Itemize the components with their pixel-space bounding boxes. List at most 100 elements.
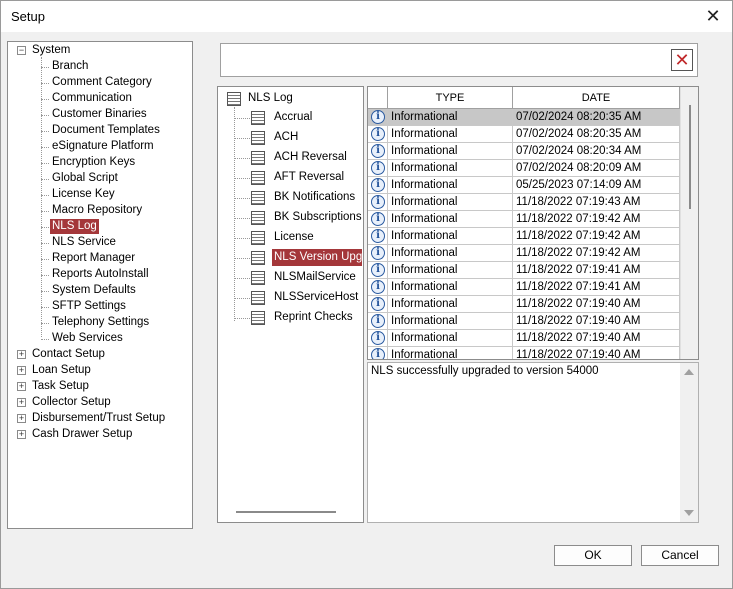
table-row[interactable]: i Informational 11/18/2022 07:19:40 AM: [368, 347, 680, 359]
table-row[interactable]: i Informational 07/02/2024 08:20:34 AM: [368, 143, 680, 160]
log-category-list[interactable]: NLS Log Accrual ACH ACH Reversal AFT Reversa…: [217, 86, 364, 523]
expand-icon[interactable]: +: [17, 350, 26, 359]
log-category-nls-version-upgra[interactable]: NLS Version Upgra: [272, 249, 362, 266]
date-cell: 11/18/2022 07:19:43 AM: [513, 194, 680, 211]
info-icon: i: [371, 212, 385, 226]
log-list-root[interactable]: NLS Log: [248, 90, 293, 107]
tree-item-telephony-settings[interactable]: Telephony Settings: [50, 315, 151, 330]
vertical-scrollbar[interactable]: [680, 87, 698, 359]
column-header-type[interactable]: TYPE: [388, 87, 513, 109]
tree-item-license-key[interactable]: License Key: [50, 187, 117, 202]
table-row[interactable]: i Informational 11/18/2022 07:19:42 AM: [368, 228, 680, 245]
expand-icon[interactable]: +: [17, 382, 26, 391]
table-row[interactable]: i Informational 07/02/2024 08:20:35 AM: [368, 126, 680, 143]
tree-guide: [234, 298, 250, 299]
log-category-nlsservicehost[interactable]: NLSServiceHost: [272, 289, 360, 306]
tree-guide: [234, 278, 250, 279]
table-row[interactable]: i Informational 11/18/2022 07:19:43 AM: [368, 194, 680, 211]
log-category-reprint-checks[interactable]: Reprint Checks: [272, 309, 355, 326]
info-icon: i: [371, 229, 385, 243]
tree-item-system[interactable]: System: [30, 43, 72, 58]
tree-guide: [41, 339, 49, 340]
log-category-bk-subscriptions[interactable]: BK Subscriptions: [272, 209, 364, 226]
tree-item-nls-service[interactable]: NLS Service: [50, 235, 118, 250]
info-icon: i: [371, 127, 385, 141]
table-row[interactable]: i Informational 11/18/2022 07:19:41 AM: [368, 279, 680, 296]
vertical-scrollbar[interactable]: [680, 363, 698, 522]
ok-button[interactable]: OK: [554, 545, 632, 566]
tree-item-cash-drawer-setup[interactable]: Cash Drawer Setup: [30, 427, 134, 442]
log-icon: [251, 111, 265, 125]
log-category-ach[interactable]: ACH: [272, 129, 300, 146]
tree-item-contact-setup[interactable]: Contact Setup: [30, 347, 107, 362]
expand-icon[interactable]: +: [17, 398, 26, 407]
scrollbar-thumb[interactable]: [689, 105, 691, 209]
scroll-up-icon[interactable]: [684, 369, 694, 375]
table-row[interactable]: i Informational 11/18/2022 07:19:40 AM: [368, 296, 680, 313]
close-icon[interactable]: ✕: [702, 5, 724, 27]
tree-item-loan-setup[interactable]: Loan Setup: [30, 363, 93, 378]
date-cell: 07/02/2024 08:20:35 AM: [513, 109, 680, 126]
date-cell: 07/02/2024 08:20:35 AM: [513, 126, 680, 143]
table-row[interactable]: i Informational 07/02/2024 08:20:09 AM: [368, 160, 680, 177]
collapse-icon[interactable]: −: [17, 46, 26, 55]
date-cell: 11/18/2022 07:19:41 AM: [513, 262, 680, 279]
tree-item-communication[interactable]: Communication: [50, 91, 134, 106]
tree-item-comment-category[interactable]: Comment Category: [50, 75, 154, 90]
tree-guide: [234, 118, 250, 119]
tree-item-task-setup[interactable]: Task Setup: [30, 379, 91, 394]
log-detail[interactable]: NLS successfully upgraded to version 540…: [367, 362, 699, 523]
log-category-aft-reversal[interactable]: AFT Reversal: [272, 169, 346, 186]
log-category-bk-notifications[interactable]: BK Notifications: [272, 189, 357, 206]
table-row[interactable]: i Informational 11/18/2022 07:19:40 AM: [368, 313, 680, 330]
expand-icon[interactable]: +: [17, 414, 26, 423]
table-row[interactable]: i Informational 07/02/2024 08:20:35 AM: [368, 109, 680, 126]
log-category-ach-reversal[interactable]: ACH Reversal: [272, 149, 349, 166]
horizontal-scrollbar[interactable]: [236, 511, 336, 513]
date-cell: 07/02/2024 08:20:09 AM: [513, 160, 680, 177]
tree-item-system-defaults[interactable]: System Defaults: [50, 283, 138, 298]
tree-item-customer-binaries[interactable]: Customer Binaries: [50, 107, 149, 122]
log-category-license[interactable]: License: [272, 229, 316, 246]
info-icon: i: [371, 314, 385, 328]
type-cell: Informational: [388, 109, 513, 126]
tree-item-sftp-settings[interactable]: SFTP Settings: [50, 299, 128, 314]
log-icon: [251, 211, 265, 225]
cancel-button[interactable]: Cancel: [641, 545, 719, 566]
tree-item-macro-repository[interactable]: Macro Repository: [50, 203, 144, 218]
tree-item-web-services[interactable]: Web Services: [50, 331, 125, 346]
tree-guide: [41, 99, 49, 100]
search-input[interactable]: ✕: [220, 43, 698, 77]
table-row[interactable]: i Informational 11/18/2022 07:19:42 AM: [368, 211, 680, 228]
type-cell: Informational: [388, 143, 513, 160]
tree-item-branch[interactable]: Branch: [50, 59, 90, 74]
table-row[interactable]: i Informational 11/18/2022 07:19:40 AM: [368, 330, 680, 347]
log-category-nlsmailservice[interactable]: NLSMailService: [272, 269, 358, 286]
table-row[interactable]: i Informational 05/25/2023 07:14:09 AM: [368, 177, 680, 194]
tree-guide: [234, 198, 250, 199]
scroll-down-icon[interactable]: [684, 510, 694, 516]
tree-item-report-manager[interactable]: Report Manager: [50, 251, 137, 266]
table-row[interactable]: i Informational 11/18/2022 07:19:41 AM: [368, 262, 680, 279]
tree-item-collector-setup[interactable]: Collector Setup: [30, 395, 113, 410]
tree-item-document-templates[interactable]: Document Templates: [50, 123, 162, 138]
close-icon[interactable]: ✕: [671, 49, 693, 71]
log-grid[interactable]: TYPE DATE i Informational 07/02/2024 08:20…: [367, 86, 699, 360]
tree-item-nls-log[interactable]: NLS Log: [50, 219, 99, 234]
tree-guide: [41, 163, 49, 164]
log-icon: [251, 131, 265, 145]
expand-icon[interactable]: +: [17, 366, 26, 375]
tree-item-esignature-platform[interactable]: eSignature Platform: [50, 139, 156, 154]
column-header-date[interactable]: DATE: [513, 87, 680, 109]
setup-tree[interactable]: − System Branch Comment Category Communicati…: [7, 41, 193, 529]
info-icon: i: [371, 297, 385, 311]
expand-icon[interactable]: +: [17, 430, 26, 439]
tree-item-disbursement-trust-setup[interactable]: Disbursement/Trust Setup: [30, 411, 167, 426]
icon-cell: i: [368, 296, 388, 313]
tree-item-encryption-keys[interactable]: Encryption Keys: [50, 155, 137, 170]
tree-guide: [234, 218, 250, 219]
table-row[interactable]: i Informational 11/18/2022 07:19:42 AM: [368, 245, 680, 262]
tree-item-reports-autoinstall[interactable]: Reports AutoInstall: [50, 267, 151, 282]
tree-item-global-script[interactable]: Global Script: [50, 171, 120, 186]
log-category-accrual[interactable]: Accrual: [272, 109, 314, 126]
